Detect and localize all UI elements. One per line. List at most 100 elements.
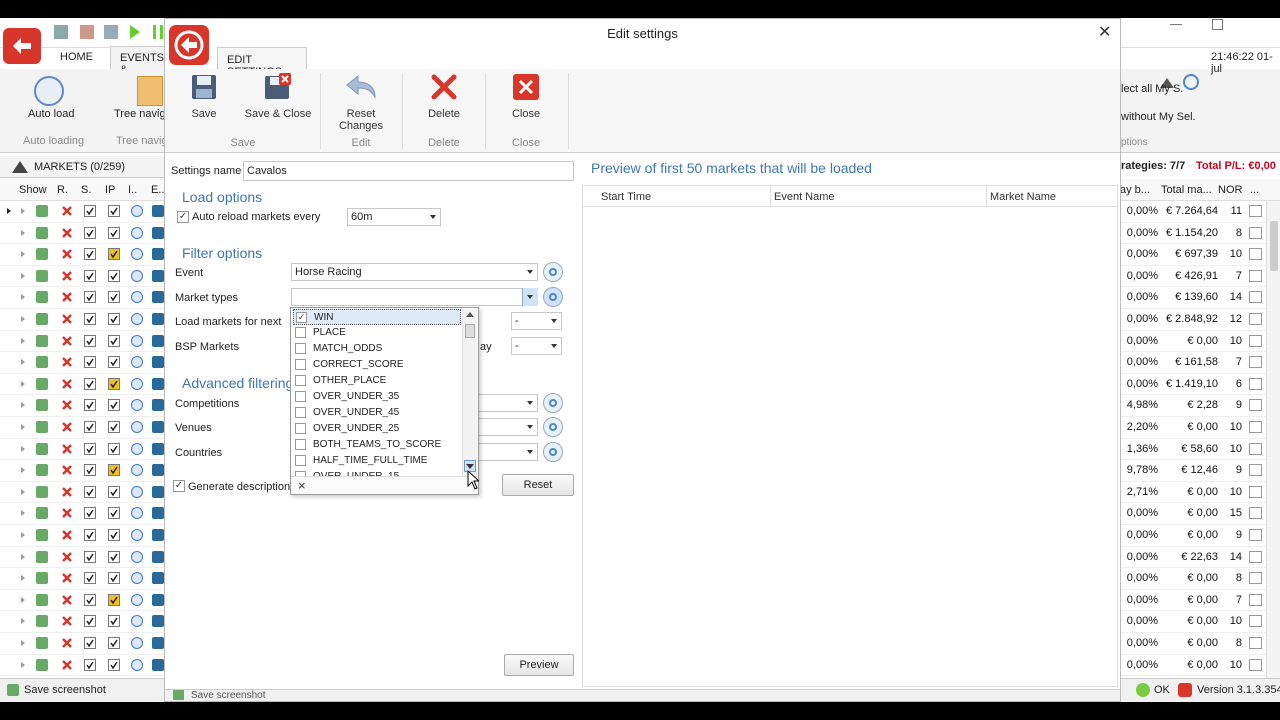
col-lay-b[interactable]: ay b... <box>1120 184 1150 196</box>
save-close-button[interactable]: Save & Close <box>243 73 313 120</box>
dropdown-scrollbar[interactable] <box>462 309 477 477</box>
table-row[interactable] <box>0 611 166 633</box>
table-row[interactable]: 0,00% € 426,91 7 <box>1120 266 1280 288</box>
selected-checkbox-icon[interactable] <box>84 226 96 239</box>
market-type-option[interactable]: MATCH_ODDS <box>293 341 461 357</box>
chart-icon[interactable] <box>1249 637 1262 649</box>
table-row[interactable] <box>0 503 166 525</box>
table-row[interactable] <box>0 352 166 374</box>
market-type-checkbox[interactable] <box>295 359 306 370</box>
col-market-name[interactable]: Market Name <box>990 191 1056 203</box>
remove-x-icon[interactable] <box>61 551 73 563</box>
selected-checkbox-icon[interactable] <box>84 658 96 671</box>
market-type-checkbox[interactable] <box>295 439 306 450</box>
market-types-select[interactable] <box>291 288 538 306</box>
pause-icon[interactable] <box>153 25 163 39</box>
col-e[interactable]: E.. <box>151 184 164 196</box>
market-type-checkbox[interactable] <box>295 327 306 338</box>
dialog-save-screenshot[interactable]: Save screenshot <box>191 691 266 701</box>
chart-icon[interactable] <box>1249 615 1262 628</box>
select-all-my-sel[interactable]: lect all My S. <box>1121 83 1183 95</box>
table-row[interactable] <box>0 266 166 288</box>
without-my-sel[interactable]: without My Sel. <box>1121 111 1196 123</box>
reset-button[interactable]: Reset <box>502 474 574 496</box>
quick-access-icon[interactable] <box>54 25 68 39</box>
event-refresh-icon[interactable] <box>543 262 563 282</box>
grid-scrollbar[interactable] <box>1266 201 1280 679</box>
chart-icon[interactable] <box>1249 269 1262 282</box>
market-type-option[interactable]: HALF_TIME_FULL_TIME <box>293 453 461 469</box>
expand-icon[interactable] <box>21 640 25 646</box>
table-row[interactable]: 0,00% € 0,00 10 <box>1120 331 1280 353</box>
market-type-checkbox[interactable] <box>295 423 306 434</box>
quick-access-icon[interactable] <box>104 25 118 39</box>
expand-icon[interactable] <box>21 596 25 603</box>
chart-icon[interactable] <box>1249 658 1262 671</box>
expand-icon[interactable] <box>21 445 25 452</box>
selected-checkbox-icon[interactable] <box>84 464 96 477</box>
col-show[interactable]: Show <box>19 184 47 196</box>
col-i[interactable]: I.. <box>128 184 137 196</box>
save-screenshot-link[interactable]: Save screenshot <box>24 684 106 696</box>
dialog-close-icon[interactable]: ✕ <box>1098 25 1111 41</box>
remove-x-icon[interactable] <box>61 248 73 260</box>
selected-checkbox-icon[interactable] <box>84 572 96 585</box>
chart-icon[interactable] <box>1249 464 1262 477</box>
market-type-option[interactable]: OVER_UNDER_25 <box>293 421 461 437</box>
table-row[interactable] <box>0 374 166 396</box>
load-next-select[interactable]: - <box>511 312 562 330</box>
remove-x-icon[interactable] <box>61 399 73 411</box>
table-row[interactable]: 2,71% € 0,00 10 <box>1120 482 1280 504</box>
selected-checkbox-icon[interactable] <box>84 615 96 628</box>
expand-icon[interactable] <box>7 208 11 214</box>
expand-icon[interactable] <box>21 251 25 258</box>
chart-icon[interactable] <box>1249 377 1262 390</box>
selected-checkbox-icon[interactable] <box>84 421 96 433</box>
table-row[interactable]: 0,00% € 0,00 10 <box>1120 611 1280 633</box>
expand-icon[interactable] <box>21 618 25 625</box>
selected-checkbox-icon[interactable] <box>84 356 96 369</box>
selected-checkbox-icon[interactable] <box>84 399 96 412</box>
selected-checkbox-icon[interactable] <box>84 550 96 563</box>
table-row[interactable] <box>0 482 166 504</box>
table-row[interactable] <box>0 525 166 547</box>
selected-checkbox-icon[interactable] <box>84 637 96 649</box>
table-row[interactable]: 0,00% € 0,00 15 <box>1120 503 1280 525</box>
competitions-refresh-icon[interactable] <box>543 393 563 413</box>
table-row[interactable]: 0,00% € 161,58 7 <box>1120 352 1280 374</box>
expand-icon[interactable] <box>21 467 25 474</box>
table-row[interactable]: 2,20% € 0,00 10 <box>1120 417 1280 439</box>
table-row[interactable] <box>0 331 166 353</box>
remove-x-icon[interactable] <box>61 291 73 303</box>
expand-icon[interactable] <box>21 424 25 430</box>
remove-x-icon[interactable] <box>61 507 73 519</box>
auto-reload-checkbox[interactable]: ✓ <box>177 211 189 223</box>
table-row[interactable] <box>0 633 166 655</box>
table-row[interactable]: 0,00% € 2.848,92 12 <box>1120 309 1280 331</box>
expand-icon[interactable] <box>21 208 25 214</box>
chart-icon[interactable] <box>1249 421 1262 433</box>
remove-x-icon[interactable] <box>61 356 73 368</box>
table-row[interactable]: 9,78% € 12,46 9 <box>1120 460 1280 482</box>
market-type-option[interactable]: OVER_UNDER_35 <box>293 389 461 405</box>
table-row[interactable] <box>0 590 166 612</box>
market-type-checkbox[interactable]: ✓ <box>296 312 307 323</box>
delete-button[interactable]: Delete <box>423 73 465 120</box>
save-button[interactable]: Save <box>183 73 225 120</box>
expand-icon[interactable] <box>21 553 25 560</box>
scroll-thumb[interactable] <box>465 324 475 338</box>
chart-icon[interactable] <box>1249 442 1262 455</box>
chart-icon[interactable] <box>1249 399 1262 412</box>
table-row[interactable] <box>0 547 166 569</box>
settings-cog-icon[interactable] <box>1183 74 1199 90</box>
table-row[interactable]: 0,00% € 1.419,10 6 <box>1120 374 1280 396</box>
market-type-option[interactable]: PLACE <box>293 325 461 341</box>
table-row[interactable] <box>0 244 166 266</box>
selected-checkbox-icon[interactable] <box>84 269 96 282</box>
expand-icon[interactable] <box>21 359 25 366</box>
remove-x-icon[interactable] <box>61 529 73 541</box>
expand-icon[interactable] <box>21 661 25 668</box>
market-type-option[interactable]: CORRECT_SCORE <box>293 357 461 373</box>
expand-icon[interactable] <box>21 294 25 301</box>
bg-restore-icon[interactable] <box>1212 19 1223 30</box>
